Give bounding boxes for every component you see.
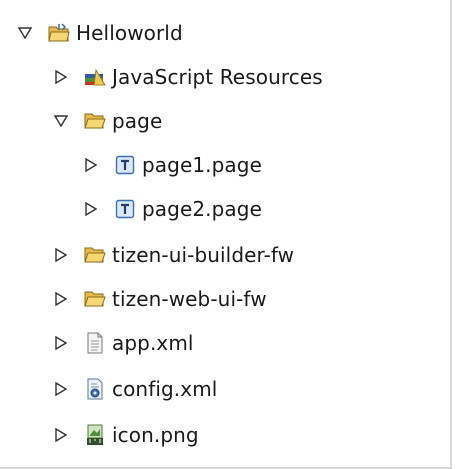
tree-item-label: JavaScript Resources — [112, 65, 323, 89]
tree-item-config-xml[interactable]: config.xml — [52, 373, 217, 405]
tree-item-javascript-resources[interactable]: JavaScript Resources — [52, 61, 323, 93]
project-explorer-tree: Helloworld JavaScript Resources page pag… — [0, 0, 452, 469]
tree-item-label: page — [112, 109, 163, 133]
tree-item-label: icon.png — [112, 423, 199, 447]
tree-item-app-xml[interactable]: app.xml — [52, 327, 194, 359]
tree-item-page-folder[interactable]: page — [52, 105, 162, 137]
tree-item-tizen-ui-builder-fw[interactable]: tizen-ui-builder-fw — [52, 239, 294, 271]
tree-item-helloworld[interactable]: Helloworld — [16, 17, 183, 49]
tree-item-label: page1.page — [142, 153, 262, 177]
png-file-icon — [84, 424, 106, 446]
tree-item-label: page2.page — [142, 197, 262, 221]
collapsed-twisty-icon[interactable] — [52, 334, 70, 352]
xml-file-icon — [84, 332, 106, 354]
collapsed-twisty-icon[interactable] — [82, 156, 100, 174]
folder-icon — [84, 288, 106, 310]
expanded-twisty-icon[interactable] — [52, 112, 70, 130]
tree-item-page1[interactable]: page1.page — [82, 149, 262, 181]
tree-item-label: Helloworld — [76, 21, 183, 45]
tree-item-label: config.xml — [112, 377, 218, 401]
javascript-resources-icon — [84, 66, 106, 88]
collapsed-twisty-icon[interactable] — [52, 426, 70, 444]
collapsed-twisty-icon[interactable] — [82, 200, 100, 218]
tree-item-label: app.xml — [112, 331, 194, 355]
collapsed-twisty-icon[interactable] — [52, 290, 70, 308]
collapsed-twisty-icon[interactable] — [52, 246, 70, 264]
page-file-icon — [114, 198, 136, 220]
page-file-icon — [114, 154, 136, 176]
tree-item-tizen-web-ui-fw[interactable]: tizen-web-ui-fw — [52, 283, 267, 315]
tree-item-icon-png[interactable]: icon.png — [52, 419, 199, 451]
config-file-icon — [84, 378, 106, 400]
folder-open-icon — [84, 110, 106, 132]
folder-icon — [84, 244, 106, 266]
project-icon — [48, 22, 70, 44]
tree-item-label: tizen-web-ui-fw — [112, 287, 267, 311]
collapsed-twisty-icon[interactable] — [52, 68, 70, 86]
collapsed-twisty-icon[interactable] — [52, 380, 70, 398]
tree-item-label: tizen-ui-builder-fw — [112, 243, 295, 267]
expanded-twisty-icon[interactable] — [16, 24, 34, 42]
tree-item-page2[interactable]: page2.page — [82, 193, 262, 225]
